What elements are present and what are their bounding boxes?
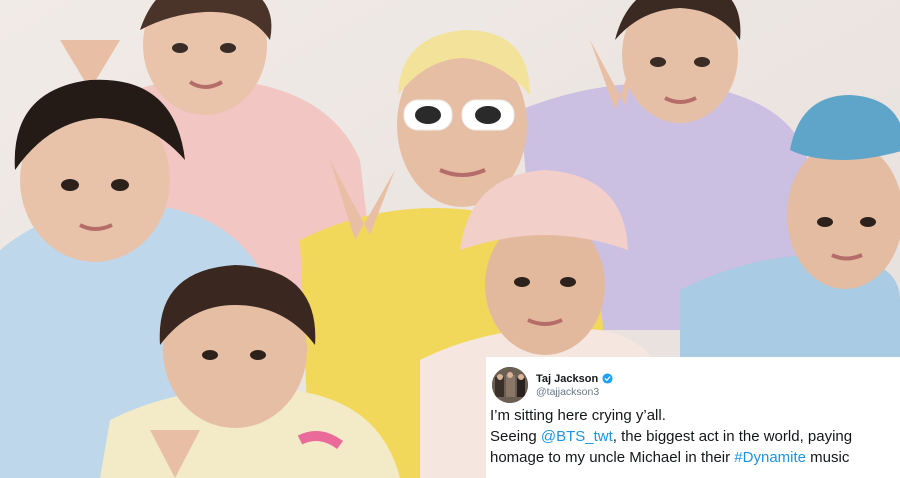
tweet-text-segment: homage to my uncle Michael in their: [490, 449, 735, 466]
tweet-author: Taj Jackson @tajjackson3: [536, 373, 613, 398]
tweet-line-2: Seeing @BTS_twt, the biggest act in the …: [490, 426, 900, 447]
tweet-line-1: I’m sitting here crying y’all.: [490, 407, 666, 424]
tweet-header: Taj Jackson @tajjackson3: [492, 365, 613, 405]
tweet-text-segment: , the biggest act in the world, paying: [612, 428, 853, 445]
hashtag-link[interactable]: #Dynamite: [734, 449, 806, 466]
avatar[interactable]: [492, 367, 528, 403]
tweet-text-segment: Seeing: [490, 428, 541, 445]
tweet-text: I’m sitting here crying y’all. Seeing @B…: [490, 405, 900, 468]
display-name[interactable]: Taj Jackson: [536, 373, 598, 385]
handle[interactable]: @tajjackson3: [536, 386, 613, 398]
tweet-text-segment: music: [806, 449, 850, 466]
mention-link[interactable]: @BTS_twt: [541, 428, 613, 445]
tweet-line-3: homage to my uncle Michael in their #Dyn…: [490, 447, 900, 468]
verified-badge-icon: [602, 373, 613, 384]
tweet-card: Taj Jackson @tajjackson3 I’m sitting her…: [486, 357, 900, 478]
